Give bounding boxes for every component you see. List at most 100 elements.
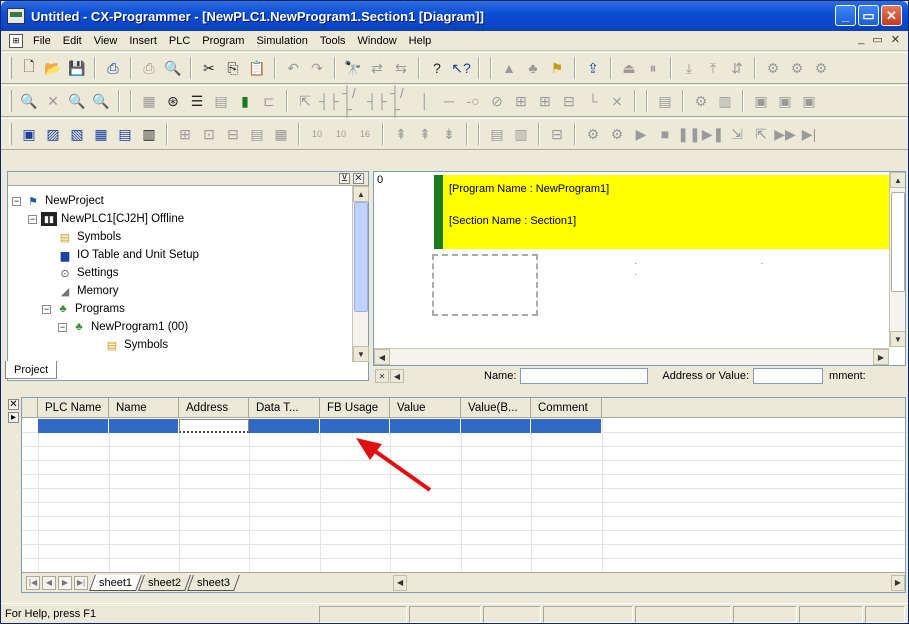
tab-sheet1[interactable]: sheet1 — [89, 574, 142, 591]
menu-help[interactable]: Help — [403, 35, 438, 47]
tool-c-icon[interactable]: ⚙ — [810, 57, 832, 79]
scroll-up-icon[interactable]: ▲ — [890, 172, 905, 188]
minimize-button[interactable]: _ — [835, 5, 856, 26]
resize-grip-icon[interactable] — [865, 606, 905, 623]
tool-b-icon[interactable]: ⚙ — [786, 57, 808, 79]
cell-fb-usage[interactable] — [320, 419, 390, 433]
close-pane-icon[interactable]: ✕ — [375, 369, 389, 383]
tool-i-icon[interactable]: ▣ — [798, 90, 820, 112]
name-field[interactable] — [520, 368, 649, 384]
hex-10-icon[interactable]: 10 — [330, 123, 352, 145]
coil-icon[interactable]: -○ — [462, 90, 484, 112]
step-out-icon[interactable]: ⇱ — [750, 123, 772, 145]
collapse-icon[interactable]: − — [12, 196, 21, 206]
tool-d-icon[interactable]: ▤ — [654, 90, 676, 112]
horizontal-line-icon[interactable]: ─ — [438, 90, 460, 112]
title-bar[interactable]: Untitled - CX-Programmer - [NewPLC1.NewP… — [1, 1, 908, 31]
menu-edit[interactable]: Edit — [57, 35, 88, 47]
replace-all-icon[interactable]: ⇆ — [390, 57, 412, 79]
list-view-icon[interactable]: ☰ — [186, 90, 208, 112]
find-icon[interactable]: 🔭 — [342, 57, 364, 79]
contact-nc-icon[interactable]: ┤/├ — [342, 85, 364, 117]
cell-address[interactable] — [179, 419, 249, 433]
collapse-icon[interactable]: − — [42, 304, 51, 314]
column-comment[interactable]: Comment — [531, 398, 602, 418]
print-icon[interactable]: ⎙ — [102, 57, 124, 79]
mdi-restore-icon[interactable]: ▭ — [872, 33, 882, 46]
tool-l-icon[interactable]: ⊟ — [222, 123, 244, 145]
restore-button[interactable]: ▭ — [858, 5, 879, 26]
table-hscroll[interactable]: ◀ — [393, 574, 408, 591]
online-icon[interactable]: ▲ — [498, 57, 520, 79]
download-icon[interactable]: ⤓ — [678, 57, 700, 79]
tree-item-programs[interactable]: − ♣ Programs — [12, 300, 342, 318]
toolbar-grip[interactable] — [9, 90, 12, 112]
step-icon[interactable]: ⏏ — [618, 57, 640, 79]
watch-window-icon[interactable]: ▧ — [66, 123, 88, 145]
cell-plc-name[interactable] — [38, 419, 109, 433]
toolbar-grip[interactable] — [9, 57, 12, 79]
scroll-right-icon[interactable]: ▶ — [873, 349, 889, 365]
new-icon[interactable]: 🗋 — [18, 57, 40, 79]
properties-icon[interactable]: ▥ — [138, 123, 160, 145]
scroll-thumb[interactable] — [354, 202, 368, 312]
tree-item-io-table[interactable]: ▆ IO Table and Unit Setup — [12, 246, 342, 264]
cell-value[interactable] — [390, 419, 461, 433]
scroll-left-icon[interactable]: ◀ — [374, 349, 390, 365]
delete-line-icon[interactable]: ⨯ — [606, 90, 628, 112]
ladder-diagram[interactable]: 0 [Program Name : NewProgram1] [Section … — [373, 171, 906, 366]
pane-close-icon[interactable]: ✕ — [8, 399, 19, 410]
address-ref-icon[interactable]: ▦ — [90, 123, 112, 145]
tool-h-icon[interactable]: ▣ — [774, 90, 796, 112]
zoom-out-icon[interactable]: 🔍 — [66, 90, 88, 112]
pane-close-icon[interactable]: ✕ — [353, 173, 364, 184]
pane-arrow-icon[interactable]: ▸ — [8, 412, 19, 423]
menu-insert[interactable]: Insert — [123, 35, 163, 47]
scroll-left-icon[interactable]: ◀ — [390, 369, 404, 383]
instruction3-icon[interactable]: ⊟ — [558, 90, 580, 112]
fast-forward-icon[interactable]: ▶▶ — [774, 123, 796, 145]
zoom-icon[interactable]: 🔍 — [18, 90, 40, 112]
scroll-left-icon[interactable]: ◀ — [393, 574, 408, 591]
tree-item-memory[interactable]: ◢ Memory — [12, 282, 342, 300]
column-address[interactable]: Address — [179, 398, 249, 418]
close-button[interactable]: ✕ — [881, 5, 902, 26]
tool-m-icon[interactable]: ▤ — [246, 123, 268, 145]
diagram-cursor[interactable] — [432, 254, 538, 316]
scroll-up-icon[interactable]: ▲ — [353, 186, 369, 202]
collapse-icon[interactable]: − — [58, 322, 67, 332]
menu-file[interactable]: File — [27, 35, 57, 47]
rung-view-icon[interactable]: ▮ — [234, 90, 256, 112]
tool-j-icon[interactable]: ⊞ — [174, 123, 196, 145]
step-end-icon[interactable]: ▶| — [798, 123, 820, 145]
tree-item-newproject[interactable]: − ⚑ NewProject — [12, 192, 342, 210]
column-data-type[interactable]: Data T... — [249, 398, 320, 418]
tool-q-icon[interactable]: ⇟ — [438, 123, 460, 145]
menu-view[interactable]: View — [88, 35, 124, 47]
undo-icon[interactable]: ↶ — [282, 57, 304, 79]
transfer-icon[interactable]: ⇪ — [582, 57, 604, 79]
app-icon[interactable] — [7, 8, 25, 24]
tab-sheet2[interactable]: sheet2 — [138, 574, 191, 591]
contact-ornc-icon[interactable]: ┤/├ — [390, 85, 412, 117]
cut-icon[interactable]: ✂ — [198, 57, 220, 79]
document-icon[interactable]: ⊞ — [9, 33, 23, 48]
tool-f-icon[interactable]: ▥ — [714, 90, 736, 112]
toolbar-grip[interactable] — [9, 123, 12, 145]
next-sheet-icon[interactable]: ▶ — [58, 575, 72, 590]
grid-icon[interactable]: ▦ — [138, 90, 160, 112]
monitor-view-icon[interactable]: ⊛ — [162, 90, 184, 112]
column-plc-name[interactable]: PLC Name — [38, 398, 109, 418]
address-field[interactable] — [753, 368, 824, 384]
paste-icon[interactable]: 📋 — [246, 57, 268, 79]
tool-u-icon[interactable]: ⚙ — [582, 123, 604, 145]
contact-or-icon[interactable]: ┤├ — [366, 90, 388, 112]
help-icon[interactable]: ? — [426, 57, 448, 79]
redo-icon[interactable]: ↷ — [306, 57, 328, 79]
bin-16-icon[interactable]: 16 — [354, 123, 376, 145]
stop-icon[interactable]: ■ — [654, 123, 676, 145]
output-window-icon[interactable]: ▨ — [42, 123, 64, 145]
menu-program[interactable]: Program — [196, 35, 250, 47]
pause-icon[interactable]: ⏸ — [642, 57, 664, 79]
comment-view-icon[interactable]: ⊏ — [258, 90, 280, 112]
